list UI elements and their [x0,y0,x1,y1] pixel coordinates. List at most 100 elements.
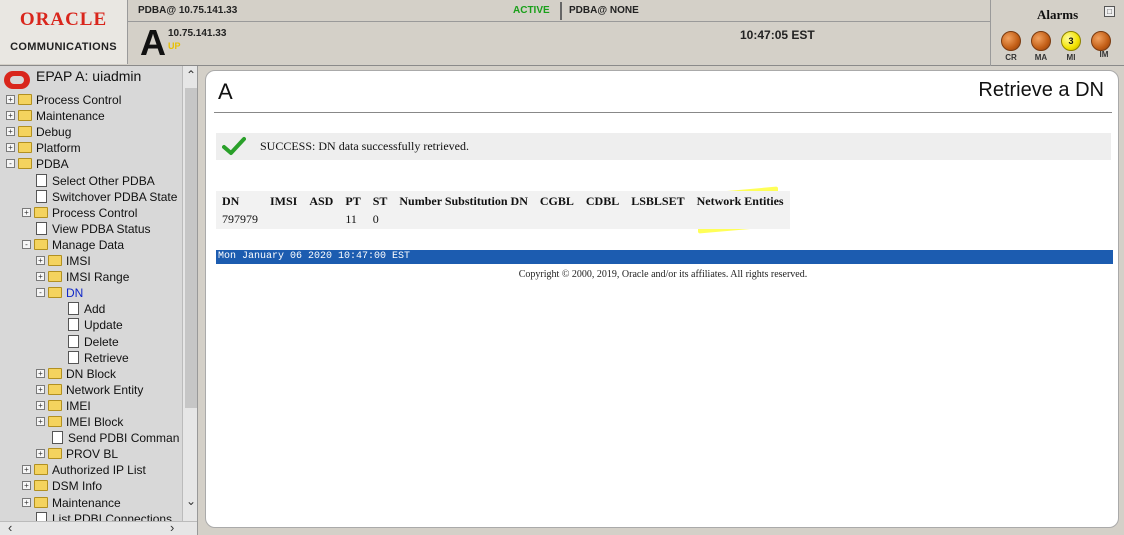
sidebar-item-label: Authorized IP List [52,463,146,477]
sidebar-item-platform[interactable]: + Platform [6,140,81,156]
collapse-icon[interactable]: - [36,288,45,298]
scroll-down-icon[interactable]: ⌄ [183,494,197,512]
sidebar-item-select-other-pdba[interactable]: Select Other PDBA [36,173,155,189]
alarm-cr-label: CR [1005,53,1017,62]
sidebar-item-label: Send PDBI Comman [68,431,180,445]
expand-icon[interactable]: + [6,143,15,153]
sidebar-item-pdba[interactable]: - PDBA [6,156,69,172]
expand-icon[interactable]: + [36,449,45,459]
folder-icon [18,126,32,138]
sidebar-item-label: Process Control [36,93,122,107]
sidebar-horizontal-scrollbar[interactable]: ‹ › [0,520,197,535]
sidebar-item-maintenance[interactable]: + Maintenance [22,495,121,511]
sidebar-item-dsm-info[interactable]: + DSM Info [22,478,102,494]
sidebar-item-maintenance[interactable]: + Maintenance [6,108,105,124]
cell-network-entities [691,211,790,229]
status-row: PDBA@ 10.75.141.33 ACTIVE PDBA@ NONE [128,0,990,22]
sidebar-item-label: View PDBA Status [52,222,151,236]
alarms-toggle-icon[interactable]: □ [1104,6,1115,17]
sidebar-item-view-pdba-status[interactable]: View PDBA Status [36,221,151,237]
logo-oracle-text: ORACLE [19,9,108,30]
scroll-thumb[interactable] [185,88,197,408]
alarm-mi-icon[interactable]: 3 [1061,31,1081,51]
sidebar-item-imei-block[interactable]: + IMEI Block [36,414,123,430]
scroll-up-icon[interactable]: ⌃ [183,68,197,86]
expand-icon[interactable]: + [36,385,45,395]
folder-open-icon [18,158,32,170]
col-cgbl: CGBL [539,194,574,208]
alarm-ma-icon[interactable] [1031,31,1051,51]
sidebar-item-delete[interactable]: Delete [68,334,119,350]
table-header-row: DN IMSI ASD PT ST Number Substitution DN… [216,191,790,211]
expand-icon[interactable]: + [36,401,45,411]
folder-icon [48,416,62,428]
alarm-im-icon[interactable] [1091,31,1111,51]
expand-icon[interactable]: + [22,465,31,475]
col-pt: PT [345,194,361,208]
sidebar-item-imsi[interactable]: + IMSI [36,253,91,269]
scroll-left-icon[interactable]: ‹ [8,520,12,535]
alarm-cr-icon[interactable] [1001,31,1021,51]
folder-icon [18,142,32,154]
sidebar-item-add[interactable]: Add [68,301,105,317]
sidebar-item-imsi-range[interactable]: + IMSI Range [36,269,129,285]
sidebar-item-process-control[interactable]: + Process Control [6,92,121,108]
title-divider [214,112,1112,113]
expand-icon[interactable]: + [22,208,31,218]
folder-icon [48,384,62,396]
expand-icon[interactable]: + [22,481,31,491]
copyright-text: Copyright © 2000, 2019, Oracle and/or it… [518,269,808,280]
sidebar-item-debug[interactable]: + Debug [6,124,71,140]
collapse-icon[interactable]: - [6,159,15,169]
expand-icon[interactable]: + [36,272,45,282]
sidebar-item-manage-data[interactable]: - Manage Data [22,237,124,253]
node-ip: 10.75.141.33 [168,28,227,39]
alarm-ma-label: MA [1034,53,1048,62]
page-icon [36,190,47,204]
scroll-right-icon[interactable]: › [170,520,174,535]
folder-icon [18,94,32,106]
sidebar-item-network-entity[interactable]: + Network Entity [36,382,143,398]
col-asd: ASD [309,194,334,208]
expand-icon[interactable]: + [6,127,15,137]
expand-icon[interactable]: + [22,498,31,508]
sidebar-item-label: PROV BL [66,447,119,461]
sidebar-item-prov-bl[interactable]: + PROV BL [36,446,118,462]
expand-icon[interactable]: + [6,111,15,121]
cell-cdbl [580,211,625,229]
expand-icon[interactable]: + [36,417,45,427]
col-dn: DN [222,194,240,208]
col-cdbl: CDBL [585,194,620,208]
sidebar-vertical-scrollbar[interactable]: ⌃ ⌄ [182,66,197,521]
sidebar-item-process-control[interactable]: + Process Control [22,205,137,221]
cell-imsi [264,211,303,229]
sidebar-item-label: Update [84,318,123,332]
expand-icon[interactable]: + [36,369,45,379]
sidebar-item-update[interactable]: Update [68,317,123,333]
sidebar-item-dn-block[interactable]: + DN Block [36,366,116,382]
sidebar-item-label: Process Control [52,206,138,220]
sidebar-item-label: Maintenance [52,496,121,510]
sidebar-item-label: Add [84,302,106,316]
sidebar-item-imei[interactable]: + IMEI [36,398,91,414]
sidebar-item-label: DN Block [66,367,117,381]
node-state: UP [168,41,181,51]
sidebar-item-switchover-pdba-state[interactable]: Switchover PDBA State [36,189,177,205]
folder-icon [18,110,32,122]
expand-icon[interactable]: + [36,256,45,266]
sidebar-item-retrieve[interactable]: Retrieve [68,350,129,366]
cell-pt: 11 [345,212,357,226]
sidebar-item-label: DSM Info [52,479,103,493]
sidebar-item-authorized-ip-list[interactable]: + Authorized IP List [22,462,146,478]
page-icon [68,302,79,316]
folder-open-icon [48,287,62,299]
page-icon [68,351,79,365]
cell-lsblset [625,211,690,229]
collapse-icon[interactable]: - [22,240,31,250]
sidebar-item-dn[interactable]: - DN [36,285,83,301]
expand-icon[interactable]: + [6,95,15,105]
sidebar-item-label: Maintenance [36,109,105,123]
col-st: ST [372,194,388,208]
sidebar-item-send-pdbi-comman[interactable]: Send PDBI Comman [52,430,179,446]
folder-icon [48,448,62,460]
